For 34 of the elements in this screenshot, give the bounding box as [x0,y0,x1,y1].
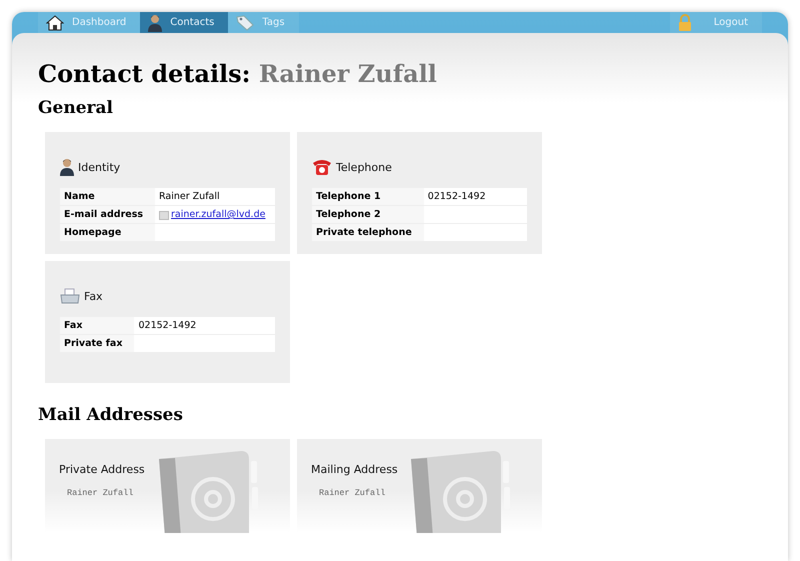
address-line: Rainer Zufall [67,488,134,498]
section-heading: General [38,98,114,118]
nav-tab[interactable]: Tags [228,12,299,33]
field-label: Fax [60,317,134,334]
field-value: 02152-1492 [134,317,275,334]
person-icon [148,14,162,32]
card-title: Identity [78,160,120,174]
card-title: Fax [84,290,103,302]
nav-tab[interactable]: Dashboard [38,12,140,33]
fax-icon [60,288,80,304]
field-value: Rainer Zufall [155,188,275,205]
card-title: Mailing Address [311,463,399,476]
nav-tab[interactable]: Contacts [140,12,228,33]
field-label: E-mail address [60,206,156,223]
house-icon [46,14,64,30]
field-label: Telephone 2 [312,206,424,223]
field-label: Name [60,188,156,205]
envelope-icon [159,210,170,220]
card-title: Private Address [59,463,146,476]
field-label: Homepage [60,224,156,241]
field-label: Private fax [60,335,134,352]
email-link[interactable]: rainer.zufall@lvd.de [171,209,266,220]
logout-button[interactable]: Logout [670,12,762,33]
telephone-icon [312,158,332,176]
field-label: Telephone 1 [312,188,424,205]
tag-icon [236,14,254,30]
field-value: 02152-1492 [424,188,527,205]
page-title: Contact details: Rainer Zufall [38,59,438,88]
field-label: Private telephone [312,224,424,241]
padlock-icon [678,14,692,31]
section-heading: Mail Addresses [38,405,184,425]
card-title: Telephone [336,160,392,174]
person-icon [60,158,74,176]
address-line: Rainer Zufall [319,488,386,498]
